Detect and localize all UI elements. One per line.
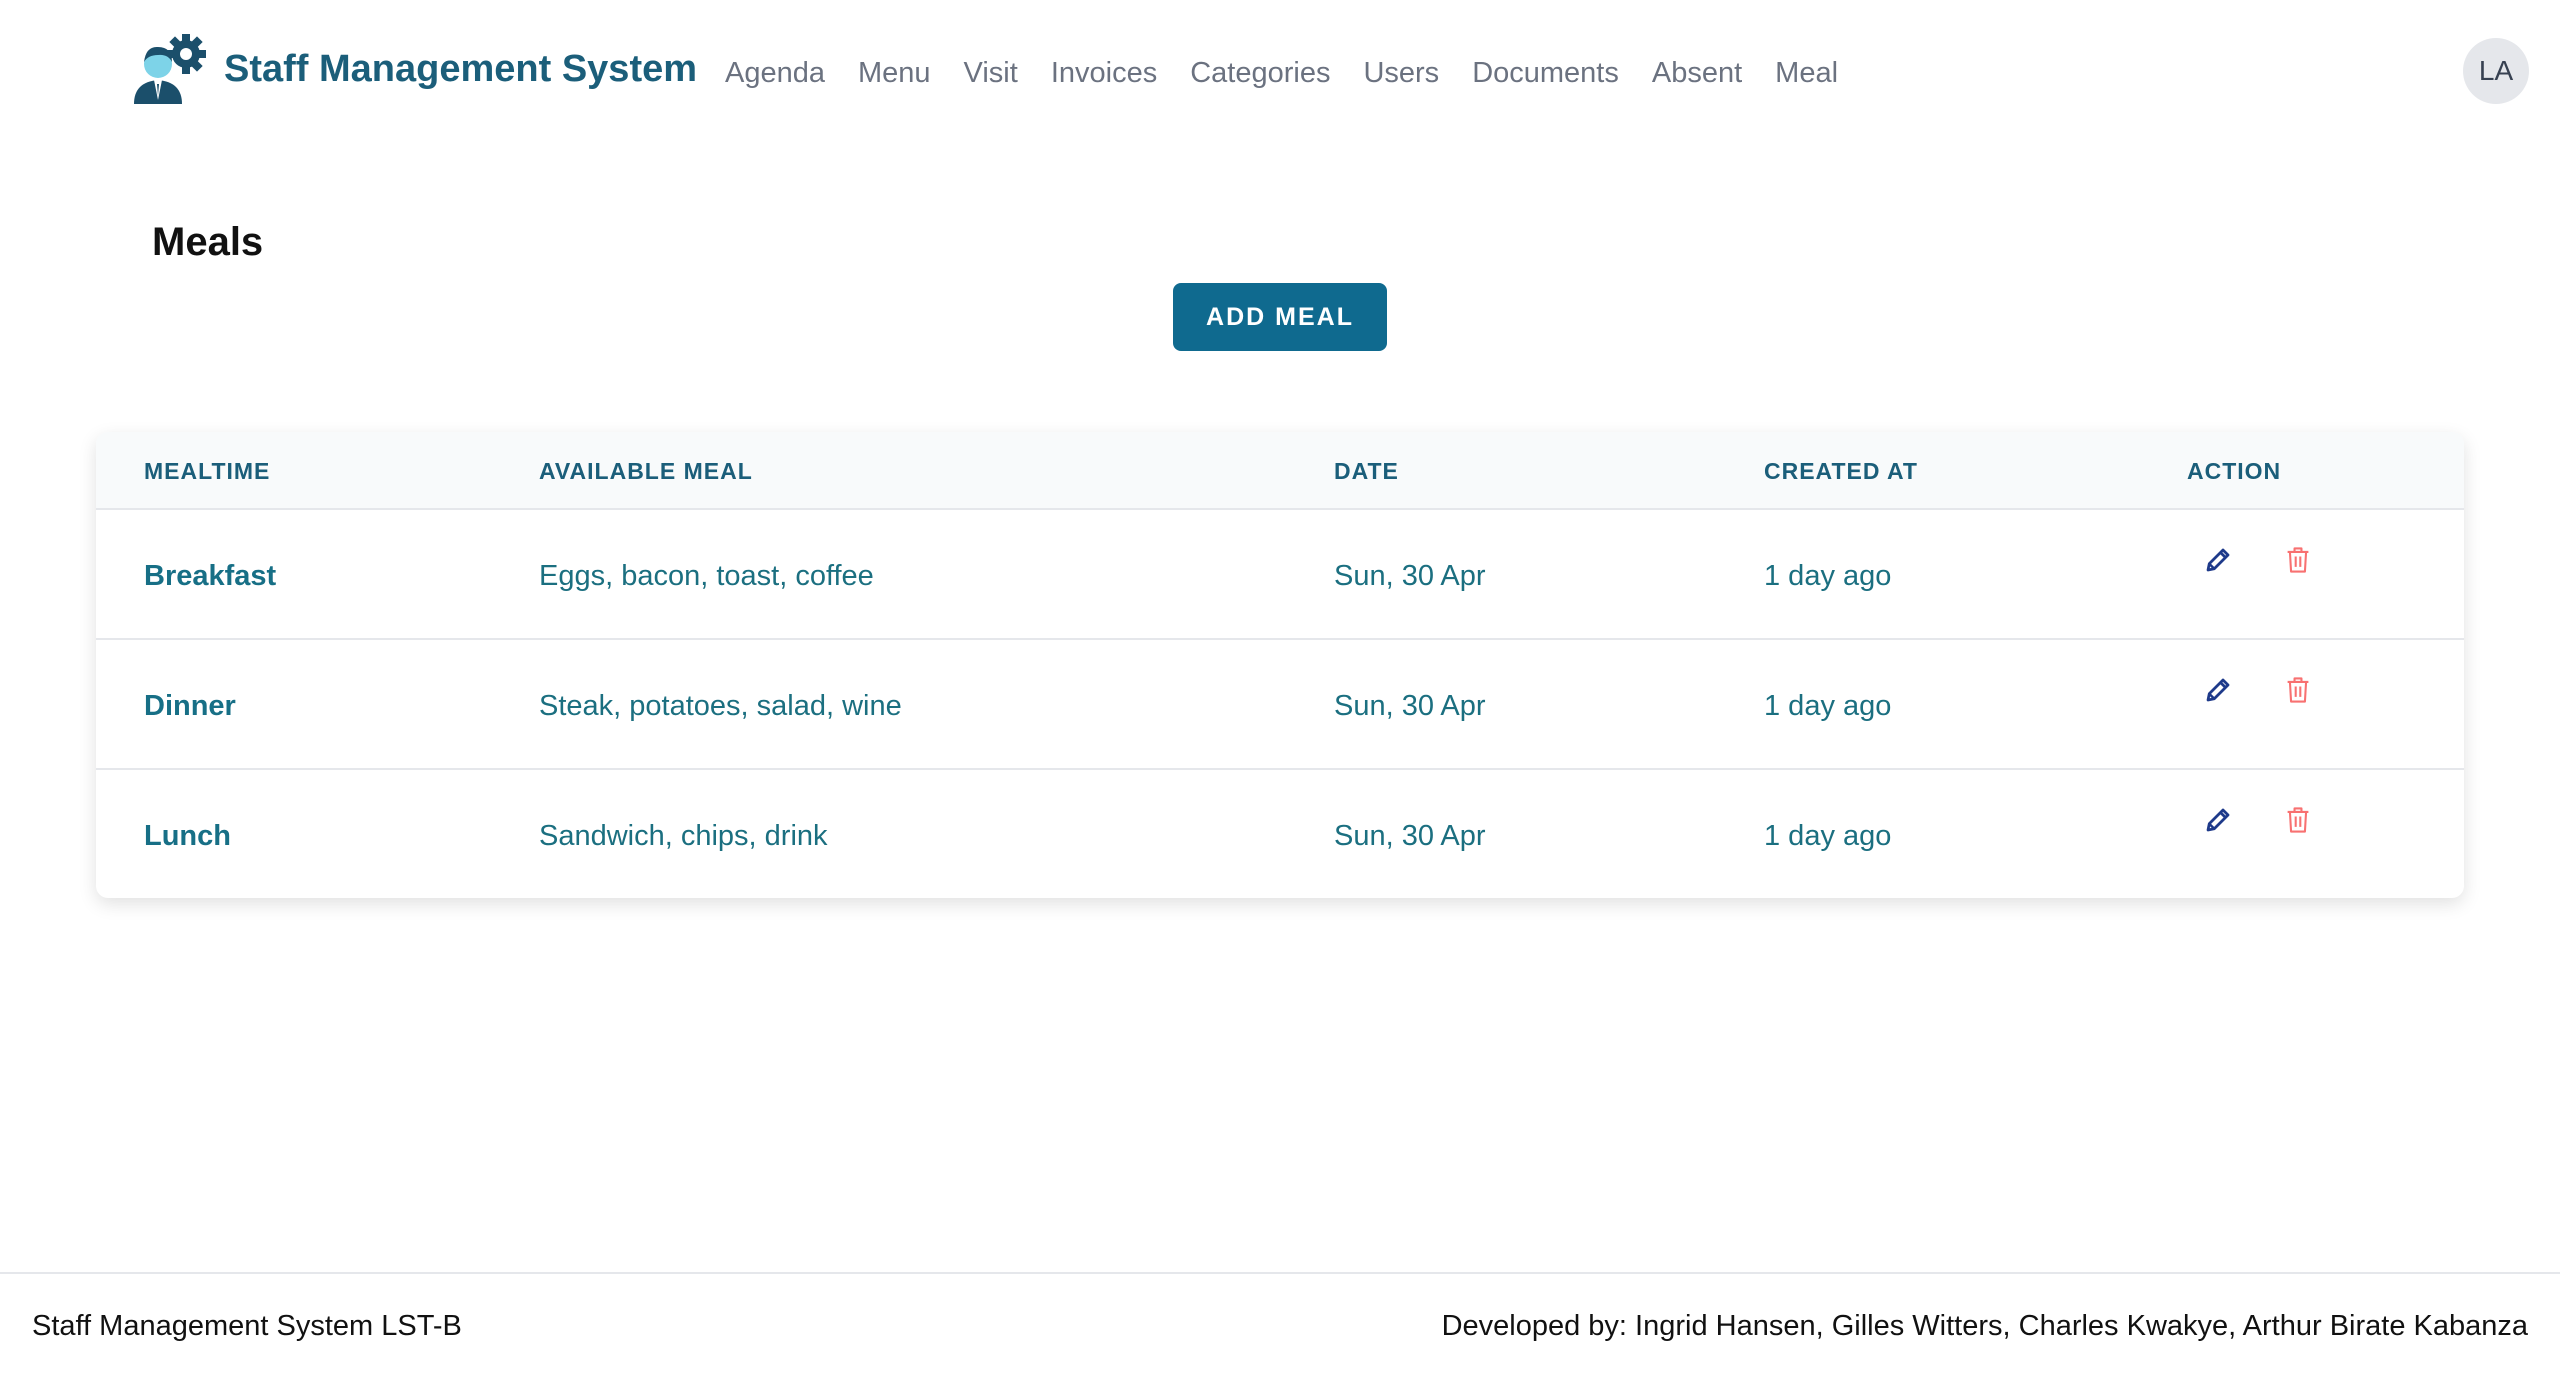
cell-created-at: 1 day ago xyxy=(1764,690,1892,722)
delete-button[interactable] xyxy=(2278,670,2318,710)
cell-available-meal: Steak, potatoes, salad, wine xyxy=(539,690,902,722)
column-header-date: DATE xyxy=(1334,458,1399,484)
pencil-icon xyxy=(2206,808,2230,832)
trash-icon xyxy=(2287,547,2309,573)
page-title: Meals xyxy=(152,220,264,264)
trash-icon xyxy=(2287,807,2309,833)
add-meal-button[interactable]: ADD MEAL xyxy=(1173,283,1387,351)
table-row: Breakfast Eggs, bacon, toast, coffee Sun… xyxy=(96,508,2464,638)
table-header: MEALTIME AVAILABLE MEAL DATE CREATED AT … xyxy=(96,432,2464,510)
nav-item-meal[interactable]: Meal xyxy=(1775,56,1838,90)
cell-date: Sun, 30 Apr xyxy=(1334,560,1486,592)
footer-credits: Developed by: Ingrid Hansen, Gilles Witt… xyxy=(1441,1310,2528,1342)
user-avatar[interactable]: LA xyxy=(2463,38,2529,104)
edit-button[interactable] xyxy=(2198,800,2238,840)
cell-mealtime[interactable]: Dinner xyxy=(144,690,236,723)
cell-date: Sun, 30 Apr xyxy=(1334,820,1486,852)
nav-item-documents[interactable]: Documents xyxy=(1472,56,1619,90)
cell-mealtime[interactable]: Lunch xyxy=(144,820,231,853)
staff-logo-icon[interactable] xyxy=(128,34,208,104)
nav-item-menu[interactable]: Menu xyxy=(858,56,931,90)
meals-table: MEALTIME AVAILABLE MEAL DATE CREATED AT … xyxy=(96,432,2464,898)
column-header-action: ACTION xyxy=(2187,458,2282,484)
cell-available-meal: Sandwich, chips, drink xyxy=(539,820,828,852)
nav-item-agenda[interactable]: Agenda xyxy=(725,56,825,90)
app-brand-title[interactable]: Staff Management System xyxy=(224,48,697,91)
nav-item-users[interactable]: Users xyxy=(1363,56,1439,90)
cell-available-meal: Eggs, bacon, toast, coffee xyxy=(539,560,874,592)
main-nav: Agenda Menu Visit Invoices Categories Us… xyxy=(725,56,1871,90)
delete-button[interactable] xyxy=(2278,800,2318,840)
nav-item-categories[interactable]: Categories xyxy=(1190,56,1330,90)
cell-mealtime[interactable]: Breakfast xyxy=(144,560,276,593)
table-row: Dinner Steak, potatoes, salad, wine Sun,… xyxy=(96,638,2464,768)
footer-system-label: Staff Management System LST-B xyxy=(32,1310,462,1342)
app-header: Staff Management System Agenda Menu Visi… xyxy=(0,0,2560,150)
page-footer: Staff Management System LST-B Developed … xyxy=(0,1272,2560,1380)
pencil-icon xyxy=(2206,548,2230,572)
trash-icon xyxy=(2287,677,2309,703)
nav-item-invoices[interactable]: Invoices xyxy=(1051,56,1157,90)
cell-created-at: 1 day ago xyxy=(1764,820,1892,852)
edit-button[interactable] xyxy=(2198,670,2238,710)
cell-date: Sun, 30 Apr xyxy=(1334,690,1486,722)
column-header-mealtime: MEALTIME xyxy=(144,458,271,484)
pencil-icon xyxy=(2206,678,2230,702)
edit-button[interactable] xyxy=(2198,540,2238,580)
nav-item-visit[interactable]: Visit xyxy=(964,56,1018,90)
nav-item-absent[interactable]: Absent xyxy=(1652,56,1742,90)
column-header-available-meal: AVAILABLE MEAL xyxy=(539,458,753,484)
table-row: Lunch Sandwich, chips, drink Sun, 30 Apr… xyxy=(96,768,2464,898)
column-header-created-at: CREATED AT xyxy=(1764,458,1918,484)
delete-button[interactable] xyxy=(2278,540,2318,580)
cell-created-at: 1 day ago xyxy=(1764,560,1892,592)
